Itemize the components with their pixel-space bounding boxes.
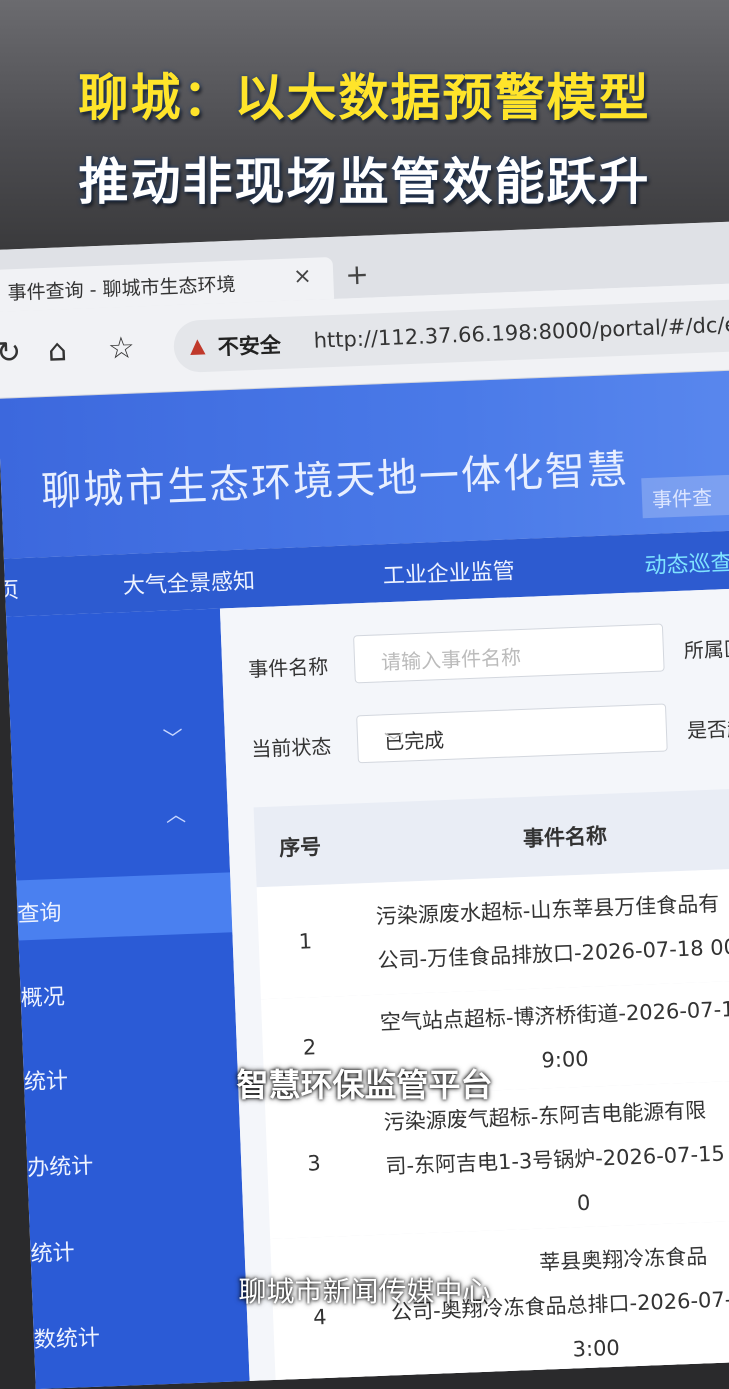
nav-item-air[interactable]: 大气全景感知	[122, 563, 256, 600]
column-header-name: 事件名称	[522, 823, 608, 852]
column-header-no: 序号	[278, 834, 322, 861]
url-field[interactable]: ▲ 不安全 http://112.37.66.198:8000/portal/#…	[172, 298, 729, 374]
sidebar-item-query[interactable]: 查询	[16, 872, 233, 941]
nav-item-home[interactable]: 页	[0, 572, 20, 605]
event-name-label: 事件名称	[247, 654, 329, 682]
portal-banner: 聊城市生态环境天地一体化智慧 事件查	[0, 369, 729, 559]
sidebar-item-label: 统计	[30, 1240, 76, 1268]
video-headline: 聊城：以大数据预警模型 推动非现场监管效能跃升	[0, 0, 729, 250]
chevron-down-icon[interactable]: ﹀	[162, 722, 183, 752]
row-number: 2	[302, 1035, 317, 1060]
row-event-name[interactable]: 污染源废气超标-东阿吉电能源有限 司-东阿吉电1-3号锅炉-2026-07-15…	[383, 1084, 729, 1232]
sidebar-item-handling-stats[interactable]: 办统计	[26, 1126, 242, 1194]
chevron-up-icon[interactable]: ︿	[165, 798, 186, 828]
url-text[interactable]: http://112.37.66.198:8000/portal/#/dc/e	[313, 312, 729, 352]
nav-item-industry[interactable]: 工业企业监管	[382, 553, 515, 590]
event-name-input[interactable]: 请输入事件名称	[353, 623, 665, 684]
sidebar-item-overview[interactable]: 概况	[19, 956, 235, 1024]
nav-item-patrol[interactable]: 动态巡查	[644, 545, 729, 580]
reload-icon[interactable]: ↻	[0, 335, 22, 371]
headline-line-2: 推动非现场监管效能跃升	[78, 153, 651, 211]
site-title: 聊城市生态环境天地一体化智慧	[40, 446, 630, 516]
sidebar-item-label: 办统计	[26, 1153, 94, 1182]
status-label: 当前状态	[250, 734, 332, 762]
status-select[interactable]: 已完成 ﹀	[356, 703, 668, 764]
caption-subtitle: 智慧环保监管平台	[236, 1066, 493, 1104]
event-name-placeholder: 请输入事件名称	[380, 645, 522, 675]
sidebar-item-label: 数统计	[33, 1325, 101, 1354]
tab-close-icon[interactable]: ×	[293, 264, 312, 290]
event-query-tag[interactable]: 事件查	[641, 472, 729, 519]
headline-line-1: 聊城：以大数据预警模型	[78, 69, 651, 127]
row-number: 3	[306, 1151, 322, 1176]
chevron-down-icon: ﹀	[383, 729, 405, 755]
exceed-label: 是否超	[686, 716, 729, 743]
region-label: 所属区	[683, 636, 729, 663]
row-number: 1	[298, 929, 313, 954]
table-row[interactable]: 1 污染源废水超标-山东莘县万佳食品有 公司-万佳食品排放口-2026-07-1…	[256, 866, 729, 1001]
main-content: 事件名称 请输入事件名称 所属区 当前状态 已完成 ﹀ 是否超 序号 事件名称 …	[219, 587, 729, 1389]
events-table: 序号 事件名称 1 污染源废水超标-山东莘县万佳食品有 公司-万佳食品排放口-2…	[253, 786, 729, 1389]
source-subtitle: 聊城市新闻传媒中心	[238, 1275, 491, 1308]
monitor-screen: 事件查询 - 聊城市生态环境 × + ↻ ⌂ ☆ ▲ 不安全 http://11…	[0, 220, 729, 1389]
bookmark-star-icon[interactable]: ☆	[107, 331, 135, 367]
security-label[interactable]: 不安全	[217, 329, 281, 361]
home-icon[interactable]: ⌂	[47, 333, 67, 369]
new-tab-icon[interactable]: +	[345, 258, 370, 292]
row-event-name[interactable]: 污染源废水超标-山东莘县万佳食品有 公司-万佳食品排放口-2026-07-18 …	[375, 879, 729, 983]
warning-icon[interactable]: ▲	[189, 333, 205, 358]
tab-title: 事件查询 - 聊城市生态环境	[7, 273, 236, 305]
sidebar-item-label: 概况	[20, 984, 66, 1012]
sidebar-item-label: 查询	[17, 900, 63, 928]
